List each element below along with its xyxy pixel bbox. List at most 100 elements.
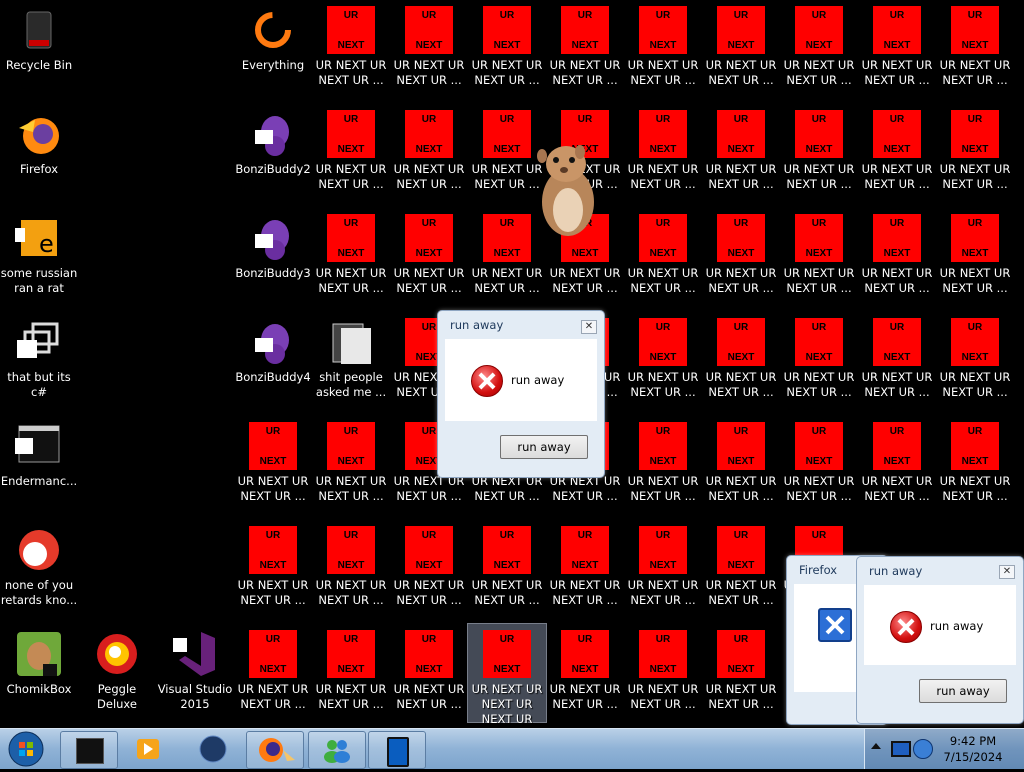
desktop-icon[interactable]: Everything [234, 0, 312, 104]
close-button[interactable]: ✕ [581, 320, 597, 334]
taskbar-app-media-player[interactable] [120, 731, 176, 767]
taskbar-app-firefox[interactable] [246, 731, 304, 769]
desktop-icon[interactable]: shit people asked me ... [312, 312, 390, 416]
ur-next-shortcut[interactable]: UR NEXT UR NEXT UR NEXT UR ... [936, 0, 1014, 104]
ur-next-shortcut[interactable]: UR NEXT UR NEXT UR NEXT UR ... [624, 312, 702, 416]
ur-next-shortcut[interactable]: UR NEXT UR NEXT UR NEXT UR ... [936, 104, 1014, 208]
desktop-icon[interactable]: Endermanc... [0, 416, 78, 520]
ur-next-shortcut[interactable]: UR NEXT UR NEXT UR NEXT UR ... [624, 416, 702, 520]
desktop-icon[interactable]: that but its c# [0, 312, 78, 416]
dialog-title: run away [869, 564, 923, 578]
start-button[interactable] [6, 731, 46, 767]
desktop-icon[interactable]: Peggle Deluxe [78, 624, 156, 728]
tile-text-bottom: NEXT [805, 248, 833, 259]
run-away-button[interactable]: run away [919, 679, 1007, 703]
desktop-icon-label: none of you retards kno... [0, 578, 78, 607]
tile-text-top: UR [421, 10, 437, 21]
taskbar-app-network[interactable] [185, 731, 241, 767]
ur-next-shortcut[interactable]: UR NEXT UR NEXT UR NEXT UR ... [468, 0, 546, 104]
taskbar-app-terminal[interactable] [60, 731, 118, 769]
desktop-icon[interactable]: BonziBuddy3 [234, 208, 312, 312]
desktop-icon-label: UR NEXT UR NEXT UR ... [627, 58, 699, 87]
ur-next-shortcut[interactable]: UR NEXT UR NEXT UR NEXT UR ... [624, 0, 702, 104]
ur-next-shortcut[interactable]: UR NEXT UR NEXT UR NEXT UR ... [858, 208, 936, 312]
ur-next-shortcut[interactable]: UR NEXT UR NEXT UR NEXT UR ... [702, 208, 780, 312]
ur-next-shortcut[interactable]: UR NEXT UR NEXT UR NEXT UR ... [702, 624, 780, 728]
tile-text-bottom: NEXT [649, 144, 677, 155]
ur-next-shortcut[interactable]: UR NEXT UR NEXT UR NEXT UR ... [624, 520, 702, 624]
ur-next-shortcut[interactable]: UR NEXT UR NEXT UR NEXT UR ... [624, 104, 702, 208]
ur-next-shortcut[interactable]: UR NEXT UR NEXT UR NEXT UR ... [702, 416, 780, 520]
tray-icon-network[interactable] [913, 739, 933, 759]
ur-next-shortcut[interactable]: UR NEXT UR NEXT UR NEXT UR ... [624, 208, 702, 312]
clock-date: 7/15/2024 [943, 750, 1003, 764]
ur-next-shortcut[interactable]: UR NEXT UR NEXT UR NEXT UR ... [390, 208, 468, 312]
ur-next-shortcut[interactable]: UR NEXT UR NEXT UR NEXT UR ... [780, 416, 858, 520]
ur-next-shortcut[interactable]: UR NEXT UR NEXT UR NEXT UR ... [390, 0, 468, 104]
run-away-dialog[interactable]: run away ✕ run away run away [856, 556, 1024, 724]
tile-text-top: UR [733, 634, 749, 645]
ur-next-shortcut[interactable]: UR NEXT UR NEXT UR NEXT UR ... [390, 624, 468, 728]
ur-next-shortcut[interactable]: UR NEXT UR NEXT UR NEXT UR ... [468, 520, 546, 624]
ur-next-shortcut[interactable]: UR NEXT UR NEXT UR NEXT UR ... [390, 104, 468, 208]
desktop-icon[interactable]: e some russian ran a rat [0, 208, 78, 312]
ur-next-shortcut[interactable]: UR NEXT UR NEXT UR NEXT UR NEXT UR [467, 623, 547, 726]
ur-next-shortcut[interactable]: UR NEXT UR NEXT UR NEXT UR ... [702, 104, 780, 208]
ur-next-shortcut[interactable]: UR NEXT UR NEXT UR NEXT UR ... [234, 416, 312, 520]
ur-next-shortcut[interactable]: UR NEXT UR NEXT UR NEXT UR ... [780, 312, 858, 416]
ur-next-shortcut[interactable]: UR NEXT UR NEXT UR NEXT UR ... [312, 520, 390, 624]
close-button[interactable]: ✕ [999, 565, 1015, 579]
tray-icon-display[interactable] [891, 741, 911, 757]
desktop-icon[interactable]: Firefox [0, 104, 78, 208]
ur-next-shortcut[interactable]: UR NEXT UR NEXT UR NEXT UR ... [780, 208, 858, 312]
tile-text-bottom: NEXT [571, 40, 599, 51]
ur-next-shortcut[interactable]: UR NEXT UR NEXT UR NEXT UR ... [858, 416, 936, 520]
ur-next-shortcut[interactable]: UR NEXT UR NEXT UR NEXT UR ... [546, 0, 624, 104]
ur-next-shortcut[interactable]: UR NEXT UR NEXT UR NEXT UR ... [780, 0, 858, 104]
tile-text-top: UR [889, 114, 905, 125]
desktop-icon[interactable]: none of you retards kno... [0, 520, 78, 624]
ur-next-shortcut[interactable]: UR NEXT UR NEXT UR NEXT UR ... [312, 624, 390, 728]
tile-text-top: UR [655, 530, 671, 541]
ur-next-shortcut[interactable]: UR NEXT UR NEXT UR NEXT UR ... [702, 0, 780, 104]
desktop-icon[interactable]: BonziBuddy2 [234, 104, 312, 208]
ur-next-shortcut[interactable]: UR NEXT UR NEXT UR NEXT UR ... [234, 520, 312, 624]
ur-next-shortcut[interactable]: UR NEXT UR NEXT UR NEXT UR ... [936, 208, 1014, 312]
ur-next-shortcut[interactable]: UR NEXT UR NEXT UR NEXT UR ... [312, 0, 390, 104]
tile-text-top: UR [343, 114, 359, 125]
ur-next-shortcut[interactable]: UR NEXT UR NEXT UR NEXT UR ... [858, 104, 936, 208]
taskbar-app-device[interactable] [368, 731, 426, 769]
ur-next-shortcut[interactable]: UR NEXT UR NEXT UR NEXT UR ... [546, 520, 624, 624]
ur-next-shortcut[interactable]: UR NEXT UR NEXT UR NEXT UR ... [312, 104, 390, 208]
ur-next-shortcut[interactable]: UR NEXT UR NEXT UR NEXT UR ... [624, 624, 702, 728]
desktop-icon[interactable]: Recycle Bin [0, 0, 78, 104]
ur-next-shortcut[interactable]: UR NEXT UR NEXT UR NEXT UR ... [702, 312, 780, 416]
desktop-icon[interactable]: ChomikBox [0, 624, 78, 728]
desktop-icon-label: BonziBuddy2 [235, 162, 311, 176]
tile-text-bottom: NEXT [805, 144, 833, 155]
ur-next-shortcut[interactable]: UR NEXT UR NEXT UR NEXT UR ... [234, 624, 312, 728]
ur-next-shortcut[interactable]: UR NEXT UR NEXT UR NEXT UR ... [858, 0, 936, 104]
hamster-buddy[interactable] [530, 140, 602, 240]
ur-next-shortcut[interactable]: UR NEXT UR NEXT UR NEXT UR ... [312, 416, 390, 520]
ur-next-shortcut[interactable]: UR NEXT UR NEXT UR NEXT UR ... [702, 520, 780, 624]
red-tile-icon: UR NEXT [639, 422, 687, 470]
desktop-icon[interactable]: Visual Studio 2015 [156, 624, 234, 728]
ur-next-shortcut[interactable]: UR NEXT UR NEXT UR NEXT UR ... [546, 624, 624, 728]
tile-text-bottom: NEXT [649, 456, 677, 467]
run-away-button[interactable]: run away [500, 435, 588, 459]
desktop-icon-label: UR NEXT UR NEXT UR ... [549, 578, 621, 607]
desktop-icon[interactable]: BonziBuddy4 [234, 312, 312, 416]
run-away-dialog[interactable]: run away ✕ run away run away [437, 310, 605, 478]
tile-text-bottom: NEXT [961, 456, 989, 467]
ur-next-shortcut[interactable]: UR NEXT UR NEXT UR NEXT UR ... [390, 520, 468, 624]
ur-next-shortcut[interactable]: UR NEXT UR NEXT UR NEXT UR ... [936, 416, 1014, 520]
ur-next-shortcut[interactable]: UR NEXT UR NEXT UR NEXT UR ... [312, 208, 390, 312]
clock[interactable]: 9:42 PM 7/15/2024 [938, 733, 1008, 765]
taskbar-app-messenger[interactable] [308, 731, 366, 769]
ur-next-shortcut[interactable]: UR NEXT UR NEXT UR NEXT UR ... [780, 104, 858, 208]
chevron-up-icon[interactable] [871, 743, 881, 749]
visual-studio-icon [171, 630, 219, 678]
ur-next-shortcut[interactable]: UR NEXT UR NEXT UR NEXT UR ... [936, 312, 1014, 416]
ur-next-shortcut[interactable]: UR NEXT UR NEXT UR NEXT UR ... [858, 312, 936, 416]
